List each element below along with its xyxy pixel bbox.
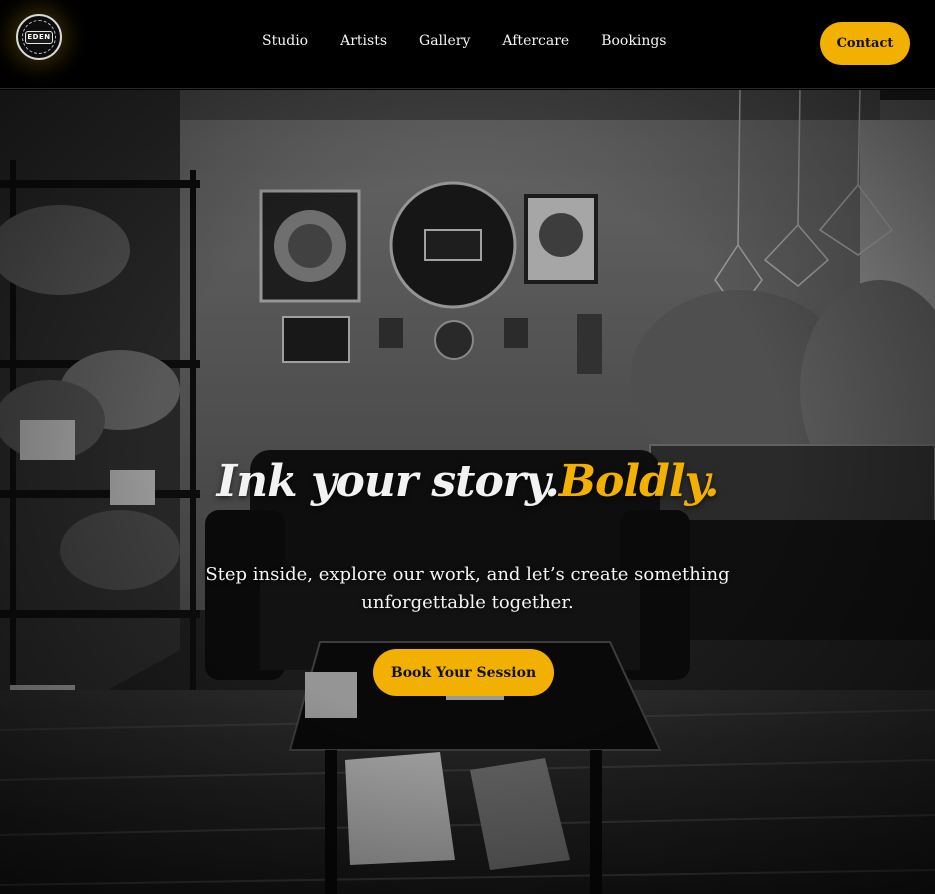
nav-item-bookings[interactable]: Bookings	[601, 33, 666, 53]
headline-main: Ink your story.	[216, 456, 560, 507]
nav-item-gallery[interactable]: Gallery	[419, 33, 470, 53]
nav-item-studio[interactable]: Studio	[262, 33, 308, 53]
logo-text: EDEN	[25, 30, 53, 44]
nav-item-aftercare[interactable]: Aftercare	[502, 33, 569, 53]
nav-item-artists[interactable]: Artists	[340, 33, 387, 53]
hero-subtext: Step inside, explore our work, and let’s…	[205, 564, 730, 613]
book-session-button[interactable]: Book Your Session	[373, 649, 554, 696]
hero-headline: Ink your story.Boldly.	[0, 456, 935, 507]
site-header: EDEN Studio Artists Gallery Aftercare Bo…	[0, 0, 935, 89]
contact-button[interactable]: Contact	[820, 22, 910, 65]
main-nav: Studio Artists Gallery Aftercare Booking…	[262, 33, 667, 53]
studio-logo[interactable]: EDEN	[16, 14, 62, 60]
hero-section: Ink your story.Boldly. Step inside, expl…	[0, 90, 935, 894]
headline-accent: Boldly.	[558, 456, 720, 507]
